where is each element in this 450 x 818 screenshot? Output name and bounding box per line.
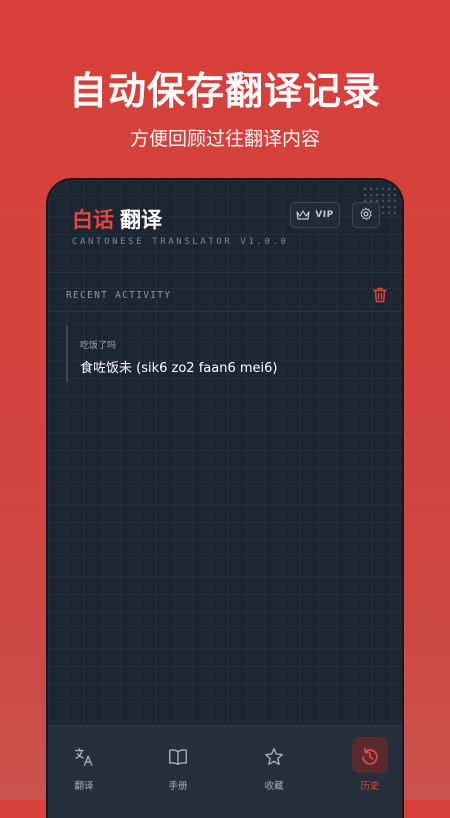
nav-label-handbook: 手册 [168,781,188,792]
promo-subtitle: 方便回顾过往翻译内容 [129,128,320,150]
star-icon [263,746,285,768]
settings-button[interactable] [352,202,380,228]
vip-label: VIP [315,210,334,220]
nav-item-favorites[interactable]: 收藏 [244,736,304,798]
app-logo: 白话 翻译 [72,204,162,234]
nav-label-translate: 翻译 [74,781,94,792]
history-item-target: 食咗饭未 (sik6 zo2 faan6 mei6) [80,361,278,376]
section-divider [48,311,402,312]
book-icon [167,746,189,768]
header-divider [48,272,402,273]
crown-icon [296,206,310,225]
translate-icon [73,746,95,768]
vip-button[interactable]: VIP [290,202,340,228]
app-tagline: CANTONESE TRANSLATOR V1.0.0 [72,237,289,247]
nav-item-handbook[interactable]: 手册 [148,736,208,798]
promo-title: 自动保存翻译记录 [68,69,381,113]
app-logo-white-part: 翻译 [120,208,162,232]
section-label-recent-activity: RECENT ACTIVITY [66,290,172,301]
nav-label-favorites: 收藏 [264,781,284,792]
nav-item-translate[interactable]: 翻译 [54,736,114,798]
nav-item-history[interactable]: 历史 [340,736,400,798]
history-icon [359,746,381,768]
app-logo-red-part: 白话 [72,208,114,232]
phone-screen: 白话 翻译 CANTONESE TRANSLATOR V1.0.0 VIP REC… [46,178,404,818]
clear-history-button[interactable] [373,287,389,303]
nav-label-history: 历史 [360,781,380,792]
trash-icon [373,287,387,307]
history-item-source: 吃饭了吗 [80,341,117,351]
gear-icon [359,206,373,225]
bottom-nav: 翻译 手册 收藏 历史 [48,725,402,818]
history-item[interactable]: 吃饭了吗 食咗饭未 (sik6 zo2 faan6 mei6) [66,326,376,382]
